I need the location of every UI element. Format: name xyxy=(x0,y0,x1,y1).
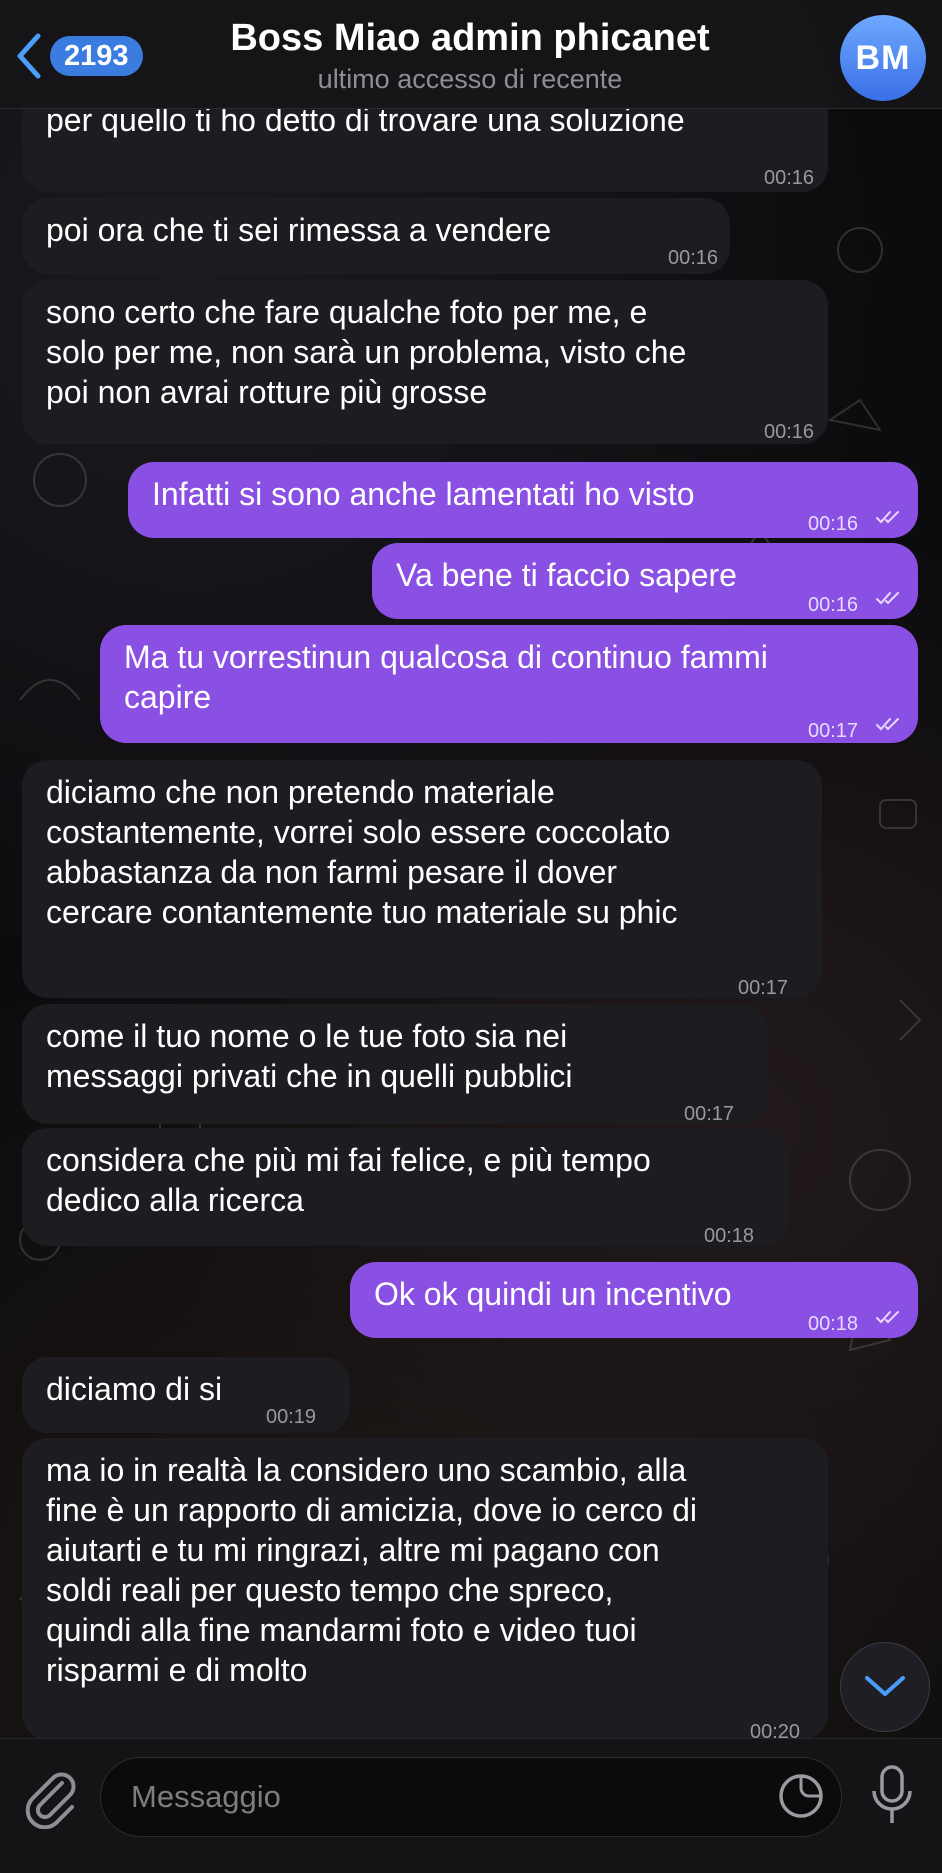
message-text: poi ora che ti sei rimessa a vendere xyxy=(46,212,552,248)
scroll-down-button[interactable] xyxy=(840,1642,930,1732)
incoming-message[interactable]: considera che più mi fai felice, e più t… xyxy=(22,1128,788,1247)
incoming-message[interactable]: diciamo di si 00:19 xyxy=(22,1357,350,1433)
message-input[interactable]: Messaggio xyxy=(100,1757,842,1837)
read-checkmarks-icon xyxy=(876,511,899,524)
outgoing-message[interactable]: Ok ok quindi un incentivo 00:18 xyxy=(350,1262,918,1338)
message-text: sono certo che fare qualche foto per me,… xyxy=(46,294,687,410)
avatar[interactable]: BM xyxy=(840,15,926,101)
message-time: 00:17 xyxy=(738,977,789,999)
incoming-message[interactable]: poi ora che ti sei rimessa a vendere 00:1… xyxy=(22,198,730,274)
message-composer: Messaggio xyxy=(0,1738,942,1873)
read-checkmarks-icon xyxy=(876,1311,899,1324)
sticker-icon[interactable] xyxy=(776,1771,826,1821)
message-time: 00:16 xyxy=(764,421,815,443)
message-time: 00:16 xyxy=(668,247,719,269)
message-time: 00:18 xyxy=(808,1313,859,1335)
chevron-down-icon xyxy=(865,1676,905,1696)
message-text: Ma tu vorrestinun qualcosa di continuo f… xyxy=(124,639,768,715)
back-button[interactable]: 2193 xyxy=(14,28,164,84)
chat-title: Boss Miao admin phicanet xyxy=(230,17,710,59)
chevron-left-icon xyxy=(17,33,41,79)
outgoing-message[interactable]: Ma tu vorrestinun qualcosa di continuo f… xyxy=(100,625,918,743)
outgoing-message[interactable]: Va bene ti faccio sapere 00:16 xyxy=(372,543,918,619)
incoming-message[interactable]: ma io in realtà la considero uno scambio… xyxy=(22,1438,828,1743)
message-time: 00:16 xyxy=(808,513,859,535)
message-text: diciamo che non pretendo materiale costa… xyxy=(46,774,678,930)
last-seen-status: ultimo accesso di recente xyxy=(317,64,623,94)
microphone-icon[interactable] xyxy=(866,1763,918,1829)
message-time: 00:17 xyxy=(808,720,859,742)
message-text: considera che più mi fai felice, e più t… xyxy=(46,1142,651,1218)
message-time: 00:19 xyxy=(266,1406,317,1428)
incoming-message[interactable]: come il tuo nome o le tue foto sia nei m… xyxy=(22,1004,768,1125)
message-text: Infatti si sono anche lamentati ho visto xyxy=(152,476,695,512)
unread-count-badge: 2193 xyxy=(50,36,143,76)
message-text: ma io in realtà la considero uno scambio… xyxy=(46,1452,698,1688)
read-checkmarks-icon xyxy=(876,718,899,731)
chat-header: 2193 Boss Miao admin phicanet ultimo acc… xyxy=(0,0,942,109)
message-time: 00:18 xyxy=(704,1225,755,1247)
outgoing-message[interactable]: Infatti si sono anche lamentati ho visto… xyxy=(128,462,918,538)
incoming-message[interactable]: diciamo che non pretendo materiale costa… xyxy=(22,760,822,999)
chat-title-area[interactable]: Boss Miao admin phicanet ultimo accesso … xyxy=(170,16,770,96)
message-time: 00:16 xyxy=(764,167,815,189)
paperclip-icon[interactable] xyxy=(22,1769,78,1829)
message-text: come il tuo nome o le tue foto sia nei m… xyxy=(46,1018,573,1094)
message-time: 00:16 xyxy=(808,594,859,616)
read-checkmarks-icon xyxy=(876,592,899,605)
incoming-message[interactable]: sono certo che fare qualche foto per me,… xyxy=(22,280,828,444)
